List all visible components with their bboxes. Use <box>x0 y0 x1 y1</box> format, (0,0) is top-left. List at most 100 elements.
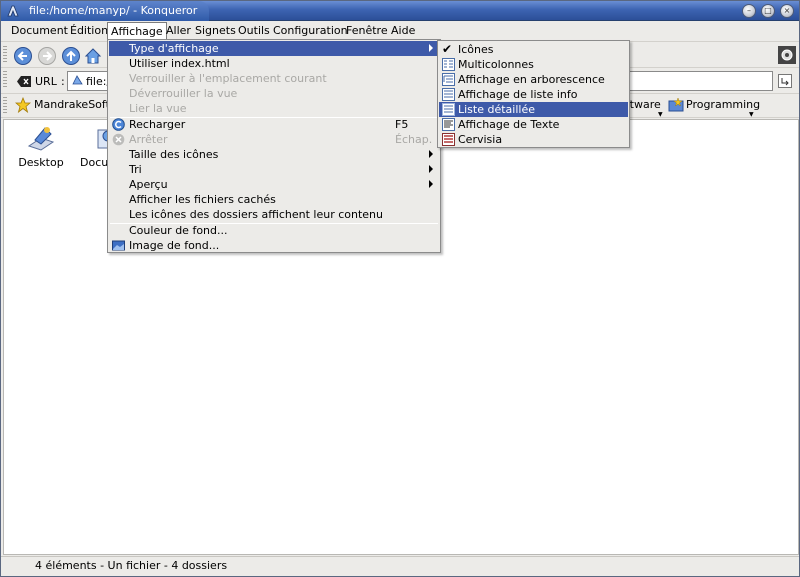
menu-item-label: Affichage en arborescence <box>458 73 605 86</box>
chevron-down-icon: ▼ <box>658 111 663 118</box>
menu-item-recharger[interactable]: Recharger F5 <box>109 117 439 132</box>
konqueror-app-icon[interactable] <box>6 4 20 18</box>
bookmark-label: Programming <box>686 98 761 111</box>
menu-item-arreter: Arrêter Échap. <box>109 132 439 147</box>
menu-item-label: Taille des icônes <box>129 148 219 161</box>
multicolumn-view-icon <box>442 58 455 71</box>
desktop-folder[interactable]: Desktop <box>18 124 64 169</box>
submenu-arrow-icon <box>429 44 433 52</box>
menu-item-utiliser-index[interactable]: Utiliser index.html <box>109 56 439 71</box>
menu-document[interactable]: Document <box>11 24 68 37</box>
back-arrow-icon[interactable] <box>13 46 33 66</box>
menu-item-tri[interactable]: Tri <box>109 162 439 177</box>
submenu-arrow-icon <box>429 150 433 158</box>
menu-item-deverrouiller: Déverrouiller la vue <box>109 86 439 101</box>
star-icon <box>15 97 31 113</box>
menu-item-label: Recharger <box>129 118 186 131</box>
view-mode-multicolonnes[interactable]: Multicolonnes <box>439 57 628 72</box>
bookmark-label: MandrakeSoft <box>34 98 110 111</box>
info-list-view-icon <box>442 88 455 101</box>
detailed-list-view-icon <box>442 103 455 116</box>
konqueror-gear-icon[interactable] <box>778 46 796 64</box>
menu-item-label: Tri <box>129 163 142 176</box>
menu-item-label: Utiliser index.html <box>129 57 230 70</box>
menu-item-icones-dossiers[interactable]: Les icônes des dossiers affichent leur c… <box>109 207 439 222</box>
view-mode-liste-info[interactable]: Affichage de liste info <box>439 87 628 102</box>
type-affichage-submenu: ✔ Icônes Multicolonnes Affichage en arbo… <box>437 40 630 148</box>
menu-item-label: Couleur de fond... <box>129 224 228 237</box>
bookmark-label: ftware <box>626 98 661 111</box>
status-text: 4 éléments - Un fichier - 4 dossiers <box>35 559 228 572</box>
text-view-icon <box>442 118 455 131</box>
menu-aide[interactable]: Aide <box>391 24 415 37</box>
menu-item-shortcut: F5 <box>395 118 409 131</box>
menu-item-label: Liste détaillée <box>458 103 535 116</box>
home-icon[interactable] <box>83 46 103 66</box>
menu-item-lier-vue: Lier la vue <box>109 101 439 116</box>
menu-configuration[interactable]: Configuration <box>273 24 348 37</box>
menu-item-taille-icones[interactable]: Taille des icônes <box>109 147 439 162</box>
menu-item-label: Type d'affichage <box>129 42 219 55</box>
url-label: URL <box>35 75 57 88</box>
menu-item-label: Lier la vue <box>129 102 187 115</box>
menu-item-label: Déverrouiller la vue <box>129 87 238 100</box>
submenu-arrow-icon <box>429 165 433 173</box>
minimize-icon[interactable]: – <box>742 4 756 18</box>
toolbar-handle[interactable] <box>3 46 7 64</box>
menu-item-label: Cervisia <box>458 133 503 146</box>
menu-item-apercu[interactable]: Aperçu <box>109 177 439 192</box>
clear-location-icon[interactable] <box>17 76 31 87</box>
chevron-down-icon: ▼ <box>749 111 754 118</box>
view-mode-arborescence[interactable]: Affichage en arborescence <box>439 72 628 87</box>
menu-item-couleur-fond[interactable]: Couleur de fond... <box>109 223 439 238</box>
menu-outils[interactable]: Outils <box>238 24 270 37</box>
toolbar-handle[interactable] <box>3 97 7 115</box>
menu-item-label: Verrouiller à l'emplacement courant <box>129 72 327 85</box>
background-image-icon <box>112 240 125 251</box>
title-bar[interactable]: file:/home/manyp/ - Konqueror – □ × <box>1 1 799 21</box>
cervisia-icon <box>442 133 455 146</box>
menu-item-shortcut: Échap. <box>395 133 433 146</box>
stop-icon <box>112 133 125 146</box>
menu-item-label: Afficher les fichiers cachés <box>129 193 276 206</box>
menu-item-fichiers-caches[interactable]: Afficher les fichiers cachés <box>109 192 439 207</box>
menu-fenetre[interactable]: Fenêtre <box>346 24 388 37</box>
window-title: file:/home/manyp/ - Konqueror <box>29 4 198 17</box>
menu-item-image-fond[interactable]: Image de fond... <box>109 238 439 253</box>
menu-item-label: Les icônes des dossiers affichent leur c… <box>129 208 383 221</box>
tree-view-icon <box>442 73 455 86</box>
file-protocol-icon <box>72 75 83 85</box>
reload-icon <box>112 118 125 131</box>
menu-edition[interactable]: Édition <box>70 24 108 37</box>
menu-item-label: Multicolonnes <box>458 58 534 71</box>
menu-item-label: Icônes <box>458 43 494 56</box>
menu-item-label: Arrêter <box>129 133 168 146</box>
view-mode-cervisia[interactable]: Cervisia <box>439 132 628 147</box>
close-icon[interactable]: × <box>780 4 794 18</box>
status-bar: 4 éléments - Un fichier - 4 dossiers <box>1 556 799 576</box>
menu-item-label: Affichage de Texte <box>458 118 560 131</box>
view-mode-texte[interactable]: Affichage de Texte <box>439 117 628 132</box>
affichage-menu: Type d'affichage Utiliser index.html Ver… <box>107 39 441 253</box>
up-arrow-icon[interactable] <box>61 46 81 66</box>
menu-item-type-affichage[interactable]: Type d'affichage <box>109 41 439 56</box>
folder-star-icon <box>668 97 684 112</box>
desktop-icon <box>27 127 55 151</box>
menu-signets[interactable]: Signets <box>195 24 236 37</box>
view-mode-icones[interactable]: ✔ Icônes <box>439 42 628 57</box>
forward-arrow-icon[interactable] <box>37 46 57 66</box>
menu-item-verrouiller: Verrouiller à l'emplacement courant <box>109 71 439 86</box>
checkmark-icon: ✔ <box>442 42 453 56</box>
url-colon: : <box>61 75 65 88</box>
toolbar-handle[interactable] <box>3 71 7 89</box>
menu-item-label: Aperçu <box>129 178 168 191</box>
bookmark-software[interactable]: ftware <box>626 98 661 111</box>
menu-aller[interactable]: Aller <box>166 24 191 37</box>
menu-item-label: Image de fond... <box>129 239 220 252</box>
submenu-arrow-icon <box>429 180 433 188</box>
go-icon[interactable] <box>778 74 792 88</box>
menu-item-label: Affichage de liste info <box>458 88 578 101</box>
item-label: Desktop <box>18 156 64 169</box>
maximize-icon[interactable]: □ <box>761 4 775 18</box>
view-mode-liste-detaillee[interactable]: Liste détaillée <box>439 102 628 117</box>
